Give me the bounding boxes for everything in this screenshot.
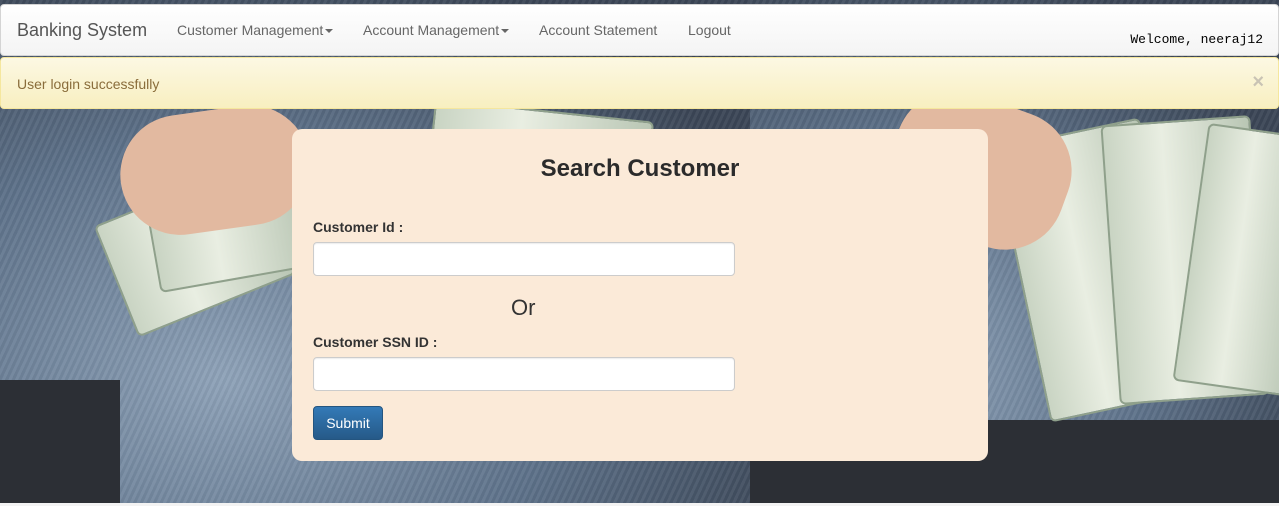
or-separator: Or [511, 295, 536, 320]
nav-customer-management-label: Customer Management [177, 22, 324, 38]
nav-account-statement[interactable]: Account Statement [539, 22, 657, 38]
customer-id-input[interactable] [313, 242, 735, 276]
customer-id-label: Customer Id : [313, 219, 404, 235]
caret-down-icon [501, 29, 510, 34]
nav-logout[interactable]: Logout [688, 22, 731, 38]
close-icon[interactable]: × [1252, 71, 1264, 94]
customer-ssn-input[interactable] [313, 357, 735, 391]
top-navbar: Banking System Customer Management Accou… [0, 4, 1279, 56]
welcome-text: Welcome, neeraj12 [1130, 32, 1263, 47]
brand-link[interactable]: Banking System [17, 20, 147, 41]
nav-account-management[interactable]: Account Management [363, 22, 510, 38]
login-alert: User login successfully × [0, 57, 1279, 109]
nav-customer-management[interactable]: Customer Management [177, 22, 334, 38]
customer-ssn-label: Customer SSN ID : [313, 334, 438, 350]
form-title: Search Customer [540, 155, 740, 182]
submit-button[interactable]: Submit [313, 406, 383, 440]
alert-message: User login successfully [17, 76, 160, 92]
search-customer-card: Search Customer Customer Id : Or Custome… [292, 129, 988, 461]
caret-down-icon [325, 29, 334, 34]
nav-account-management-label: Account Management [363, 22, 500, 38]
